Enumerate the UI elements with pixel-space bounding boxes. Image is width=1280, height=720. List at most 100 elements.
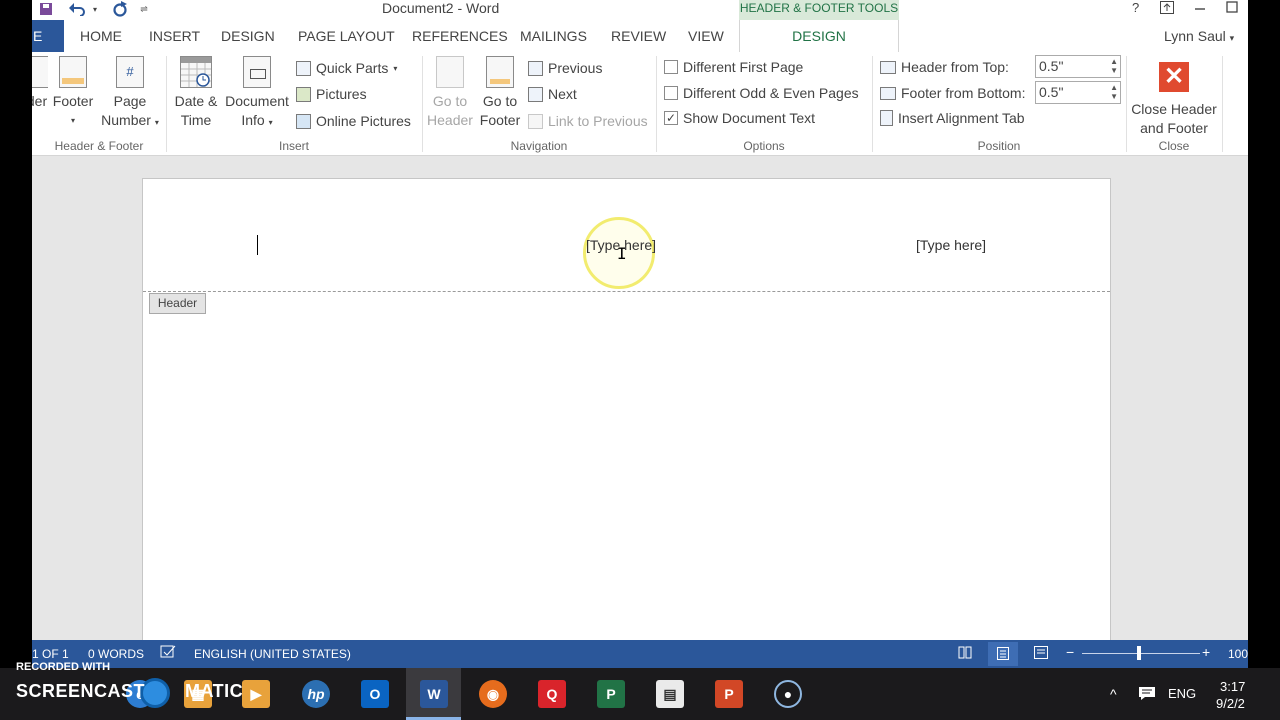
firefox-icon[interactable]: ◉: [479, 680, 507, 708]
header-placeholder-right[interactable]: [Type here]: [916, 237, 986, 253]
maximize-icon[interactable]: [1226, 1, 1238, 16]
print-layout-icon[interactable]: [988, 642, 1018, 666]
footer-button-label: Footer: [52, 93, 94, 109]
word-count[interactable]: 0 WORDS: [88, 647, 144, 661]
document-info-button[interactable]: Document Info ▾: [222, 56, 292, 132]
online-pictures-button[interactable]: Online Pictures: [296, 113, 411, 129]
quick-parts-button[interactable]: Quick Parts ▾: [296, 60, 397, 76]
zoom-slider-thumb[interactable]: [1137, 646, 1141, 660]
show-document-text-checkbox[interactable]: ✓ Show Document Text: [664, 110, 815, 126]
previous-button[interactable]: Previous: [528, 60, 602, 76]
tab-mailings[interactable]: MAILINGS: [520, 28, 587, 44]
page-number-button[interactable]: # Page Number ▾: [98, 56, 162, 132]
page-count[interactable]: 1 OF 1: [32, 647, 69, 661]
media-player-icon[interactable]: ▶: [242, 680, 270, 708]
close-header-footer-button[interactable]: ✕ Close Header and Footer: [1128, 56, 1220, 138]
tab-insert[interactable]: INSERT: [149, 28, 200, 44]
action-center-icon[interactable]: [1138, 686, 1156, 704]
tab-home[interactable]: HOME: [80, 28, 122, 44]
next-section-icon: [528, 86, 543, 102]
tab-design-main[interactable]: DESIGN: [221, 28, 275, 44]
tab-file[interactable]: E: [32, 20, 64, 52]
tab-header-footer-design[interactable]: DESIGN: [739, 20, 899, 52]
word-window: ▾ ⇌ Document2 - Word HEADER & FOOTER TOO…: [32, 0, 1248, 668]
group-divider: [872, 56, 873, 152]
undo-dropdown-icon[interactable]: ▾: [90, 0, 100, 18]
chevron-down-icon: ▾: [154, 118, 159, 127]
group-divider: [1222, 56, 1223, 152]
header-from-top-input[interactable]: 0.5" ▲ ▼: [1035, 55, 1121, 78]
user-account[interactable]: Lynn Saul ▾: [1164, 28, 1234, 44]
header-boundary-line: [143, 291, 1110, 292]
undo-icon[interactable]: [66, 0, 88, 18]
go-to-header-icon: [436, 56, 464, 88]
save-icon[interactable]: [36, 0, 56, 18]
screencast-app-icon[interactable]: ●: [774, 680, 802, 708]
tab-page-layout[interactable]: PAGE LAYOUT: [298, 28, 395, 44]
customize-qat-icon[interactable]: ⇌: [138, 0, 150, 18]
hp-icon[interactable]: hp: [302, 680, 330, 708]
document-page[interactable]: [Type here] [Type here] I Header: [142, 178, 1111, 648]
different-first-page-checkbox[interactable]: Different First Page: [664, 59, 803, 75]
show-hidden-icons-icon[interactable]: ^: [1110, 686, 1117, 702]
group-label-header-footer: Header & Footer: [54, 139, 144, 153]
page-number-label-2: Number: [101, 112, 151, 128]
insert-alignment-tab-button[interactable]: Insert Alignment Tab: [880, 110, 1025, 126]
zoom-level[interactable]: 100: [1228, 647, 1248, 661]
clock[interactable]: 3:17 9/2/2: [1216, 678, 1245, 712]
previous-label: Previous: [548, 60, 603, 76]
input-language[interactable]: ENG: [1168, 686, 1196, 701]
pictures-button[interactable]: Pictures: [296, 86, 367, 102]
tab-view[interactable]: VIEW: [688, 28, 724, 44]
date-time-button[interactable]: Date & Time: [172, 56, 220, 130]
next-label: Next: [548, 86, 577, 102]
header-button[interactable]: der: [32, 56, 48, 111]
zoom-in-button[interactable]: +: [1202, 644, 1210, 660]
word-icon[interactable]: W: [420, 680, 448, 708]
tab-references[interactable]: REFERENCES: [412, 28, 508, 44]
contextual-tab-header: HEADER & FOOTER TOOLS: [739, 0, 899, 20]
web-layout-icon[interactable]: [1034, 646, 1048, 662]
outlook-icon[interactable]: O: [361, 680, 389, 708]
link-to-previous-label: Link to Previous: [548, 113, 648, 129]
status-bar: 1 OF 1 0 WORDS ENGLISH (UNITED STATES) −…: [32, 640, 1248, 668]
clock-date: 9/2/2: [1216, 696, 1245, 711]
spin-arrows-icon[interactable]: ▲ ▼: [1110, 83, 1118, 101]
next-button[interactable]: Next: [528, 86, 577, 102]
previous-section-icon: [528, 60, 543, 76]
go-to-footer-label-1: Go to: [482, 93, 518, 109]
redo-icon[interactable]: [110, 0, 130, 18]
go-to-footer-label-2: Footer: [479, 112, 521, 128]
document-info-label-2: Info: [241, 112, 265, 128]
footer-from-bottom-input[interactable]: 0.5" ▲ ▼: [1035, 81, 1121, 104]
footer-button[interactable]: Footer ▾: [52, 56, 94, 130]
calculator-icon[interactable]: ▤: [656, 680, 684, 708]
group-label-navigation: Navigation: [510, 139, 568, 153]
help-button[interactable]: ?: [1132, 0, 1139, 15]
watermark-recorded-with: RECORDED WITH: [16, 661, 111, 673]
go-to-footer-button[interactable]: Go to Footer: [476, 56, 524, 130]
zoom-out-button[interactable]: −: [1066, 644, 1074, 660]
publisher-icon[interactable]: P: [597, 680, 625, 708]
chevron-down-icon: ▾: [1229, 33, 1235, 43]
group-divider: [656, 56, 657, 152]
footer-from-bottom-label-row: Footer from Bottom:: [880, 85, 1025, 101]
date-time-label-1: Date &: [174, 93, 218, 109]
checkbox-box: [664, 60, 678, 74]
tab-review[interactable]: REVIEW: [611, 28, 666, 44]
proofing-icon[interactable]: [160, 645, 176, 662]
language[interactable]: ENGLISH (UNITED STATES): [194, 647, 351, 661]
link-to-previous-button[interactable]: Link to Previous: [528, 113, 648, 129]
minimize-icon[interactable]: [1194, 0, 1206, 15]
go-to-header-button[interactable]: Go to Header: [426, 56, 474, 130]
spin-arrows-icon[interactable]: ▲ ▼: [1110, 57, 1118, 75]
read-mode-icon[interactable]: [958, 646, 972, 662]
zoom-slider[interactable]: [1082, 653, 1200, 654]
ibeam-cursor-icon: I: [617, 244, 627, 263]
ribbon-display-options-icon[interactable]: [1160, 1, 1174, 17]
quicken-icon[interactable]: Q: [538, 680, 566, 708]
different-odd-even-checkbox[interactable]: Different Odd & Even Pages: [664, 85, 859, 101]
calendar-clock-icon: [180, 56, 212, 88]
clock-time: 3:17: [1220, 679, 1246, 694]
powerpoint-icon[interactable]: P: [715, 680, 743, 708]
